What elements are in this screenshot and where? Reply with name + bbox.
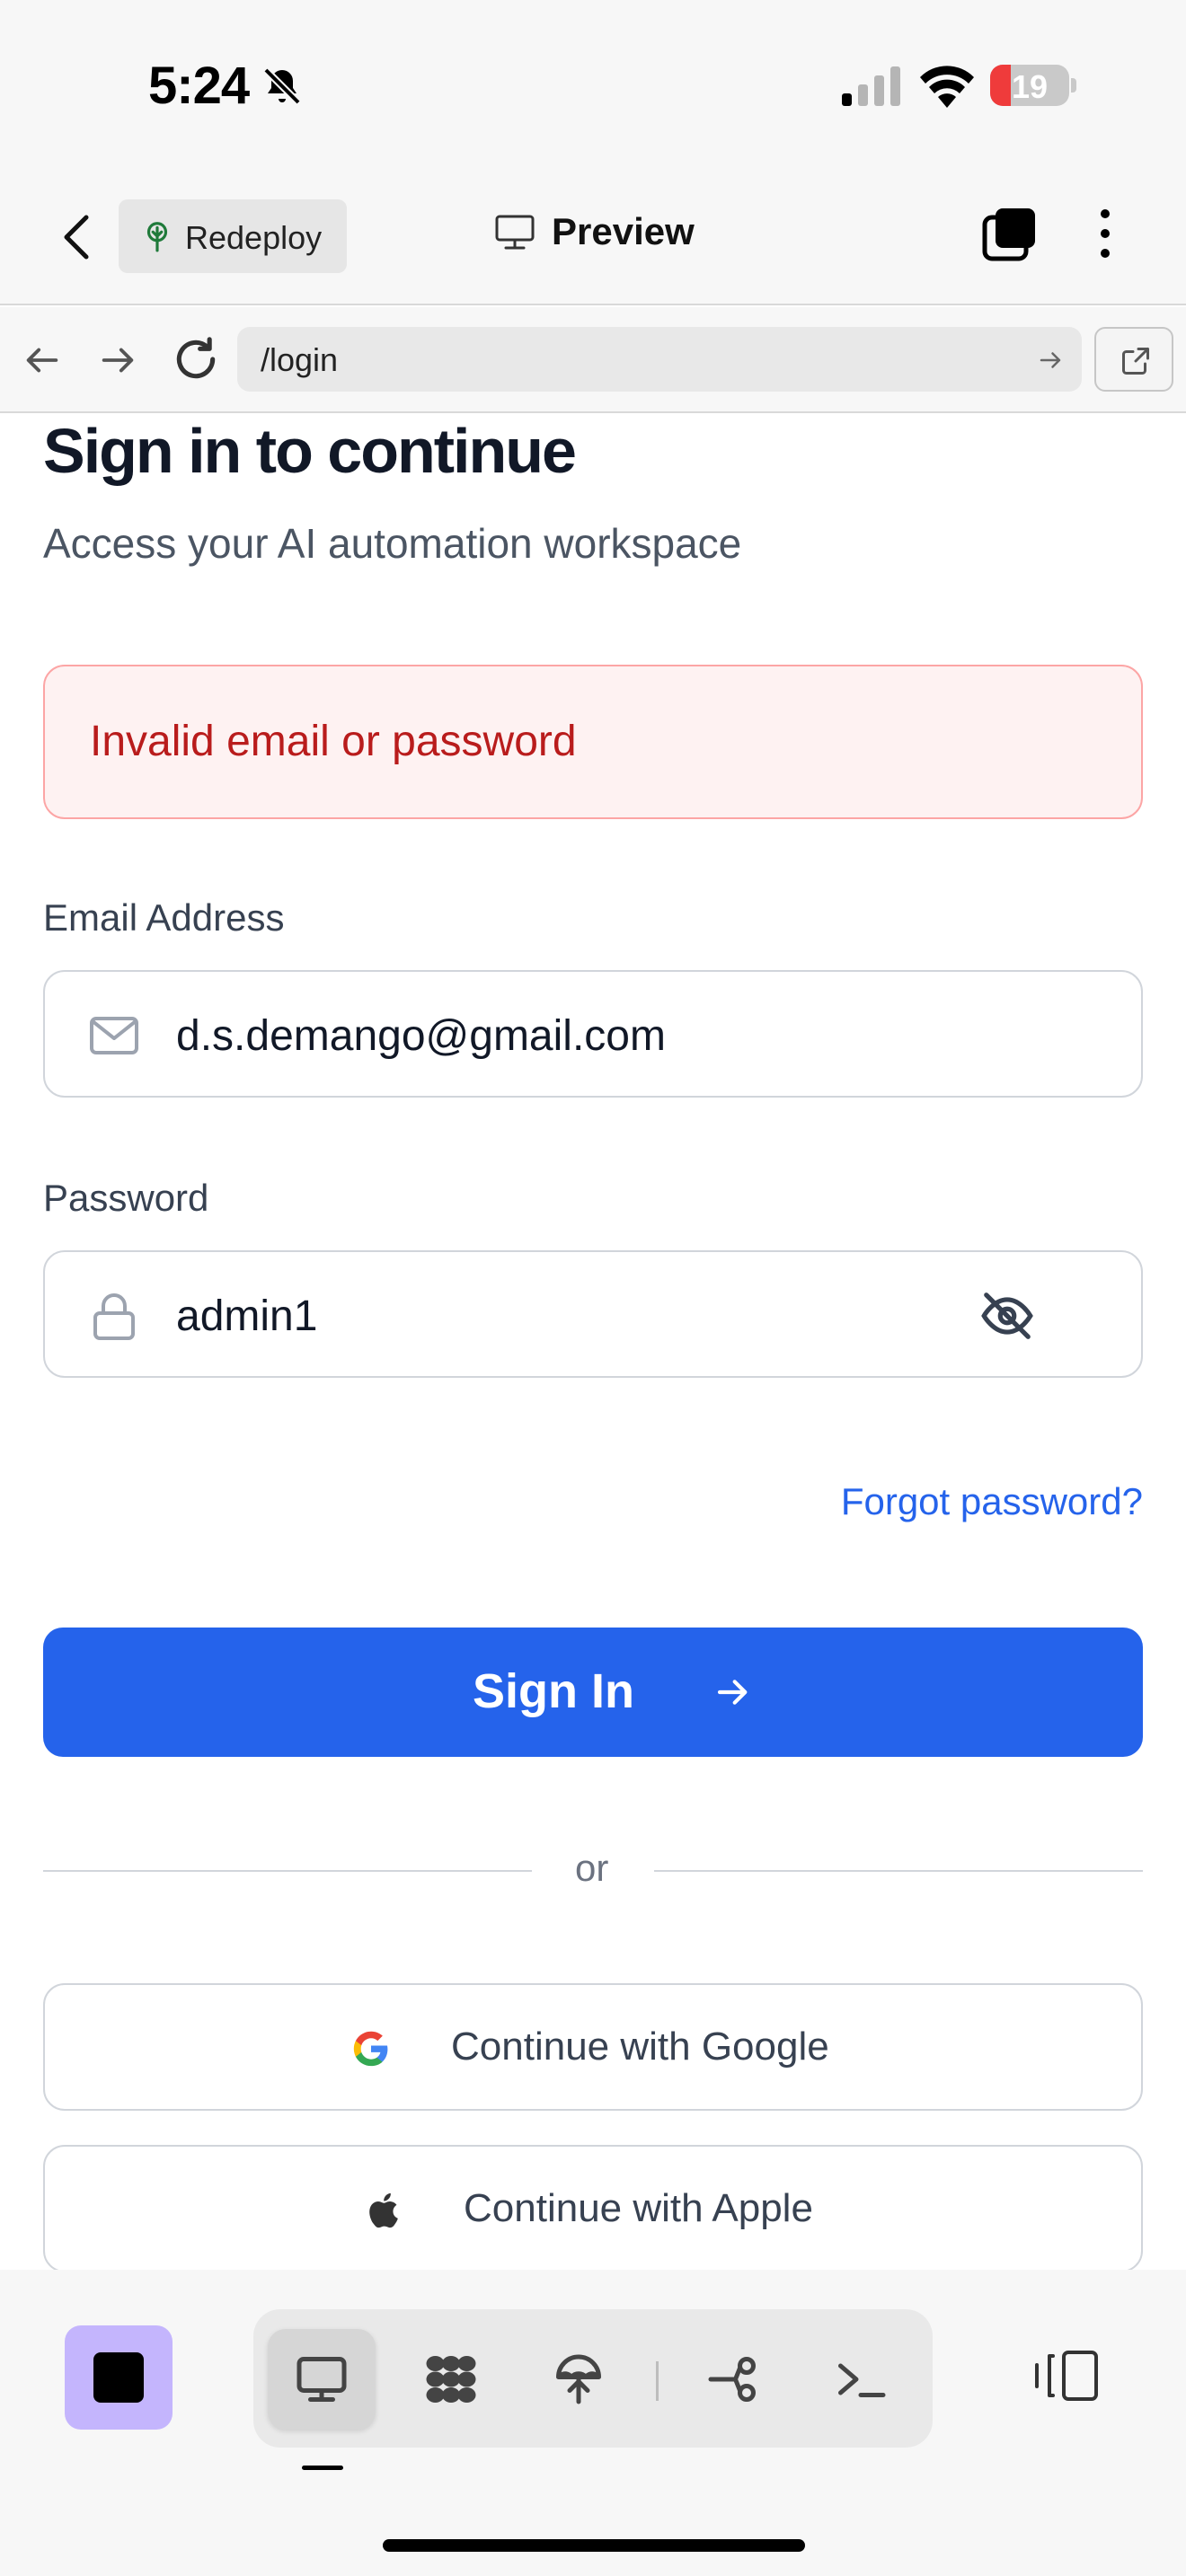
- reload-icon[interactable]: [171, 334, 221, 384]
- monitor-icon: [296, 2357, 347, 2402]
- sign-in-button[interactable]: Sign In: [43, 1628, 1143, 1757]
- error-alert: Invalid email or password: [43, 665, 1143, 819]
- more-vertical-icon[interactable]: [1089, 205, 1121, 262]
- go-arrow-icon[interactable]: [1037, 347, 1064, 374]
- external-link-icon: [1122, 348, 1149, 375]
- cellular-signal-icon: [842, 66, 900, 106]
- apple-icon: [369, 2192, 398, 2228]
- chevron-left-icon[interactable]: [54, 212, 99, 262]
- stop-icon: [93, 2352, 144, 2403]
- email-field[interactable]: d.s.demango@gmail.com: [43, 970, 1143, 1098]
- tool-deploy[interactable]: [525, 2329, 633, 2430]
- modules-icon: [426, 2356, 476, 2403]
- mail-icon: [90, 1017, 138, 1054]
- divider-text: or: [575, 1847, 609, 1889]
- page-subtitle: Access your AI automation workspace: [43, 520, 742, 567]
- arrow-right-icon[interactable]: [97, 340, 138, 381]
- eye-off-icon[interactable]: [979, 1288, 1035, 1344]
- deploy-icon: [556, 2354, 601, 2404]
- forgot-password-link[interactable]: Forgot password?: [841, 1480, 1143, 1523]
- status-bar: 5:24 19: [0, 0, 1186, 171]
- split-layout-icon[interactable]: [1033, 2347, 1100, 2404]
- google-sign-in-button[interactable]: Continue with Google: [43, 1983, 1143, 2111]
- divider-right: [654, 1870, 1143, 1872]
- open-external-button[interactable]: [1094, 327, 1173, 392]
- google-icon: [353, 2031, 388, 2067]
- active-tab-indicator: [302, 2466, 343, 2470]
- divider-left: [43, 1870, 532, 1872]
- error-message: Invalid email or password: [90, 718, 577, 765]
- project-button[interactable]: Redeploy: [119, 199, 347, 273]
- battery-icon: 19: [990, 65, 1078, 106]
- monitor-icon: [495, 215, 535, 250]
- tool-terminal[interactable]: [807, 2329, 915, 2430]
- terminal-icon: [838, 2363, 886, 2397]
- lock-icon: [93, 1293, 135, 1340]
- tabs-icon[interactable]: [981, 207, 1039, 264]
- toolbar-separator: [656, 2361, 659, 2401]
- preview-label: Preview: [552, 210, 695, 252]
- sign-in-label: Sign In: [473, 1664, 634, 1718]
- tool-preview[interactable]: [268, 2329, 376, 2430]
- home-indicator: [383, 2539, 805, 2552]
- email-label: Email Address: [43, 896, 285, 939]
- apple-button-label: Continue with Apple: [464, 2186, 813, 2230]
- arrow-left-icon[interactable]: [22, 340, 63, 381]
- tool-workflow[interactable]: [679, 2329, 787, 2430]
- password-field[interactable]: admin1: [43, 1250, 1143, 1378]
- tool-switcher: [253, 2309, 933, 2448]
- password-label: Password: [43, 1177, 209, 1219]
- apple-sign-in-button[interactable]: Continue with Apple: [43, 2145, 1143, 2270]
- url-path: /login: [261, 341, 339, 378]
- bell-muted-icon: [263, 67, 301, 105]
- email-value: d.s.demango@gmail.com: [176, 1012, 666, 1060]
- bottom-toolbar: [0, 2270, 1186, 2576]
- tree-icon: [146, 222, 168, 252]
- password-value: admin1: [176, 1292, 318, 1340]
- arrow-right-icon: [717, 1680, 748, 1705]
- url-input[interactable]: /login: [237, 327, 1082, 392]
- project-label: Redeploy: [185, 219, 323, 256]
- wifi-icon: [920, 66, 974, 108]
- status-time: 5:24: [148, 57, 250, 115]
- battery-percent: 19: [1011, 68, 1049, 105]
- browser-url-bar: /login: [0, 307, 1186, 413]
- web-preview: Sign in to continue Access your AI autom…: [0, 415, 1186, 2270]
- app-header: Redeploy Preview: [0, 171, 1186, 305]
- tool-modules[interactable]: [397, 2329, 505, 2430]
- stop-button[interactable]: [65, 2325, 173, 2430]
- google-button-label: Continue with Google: [451, 2025, 829, 2069]
- workflow-icon: [708, 2357, 756, 2402]
- page-title: Sign in to continue: [43, 416, 577, 486]
